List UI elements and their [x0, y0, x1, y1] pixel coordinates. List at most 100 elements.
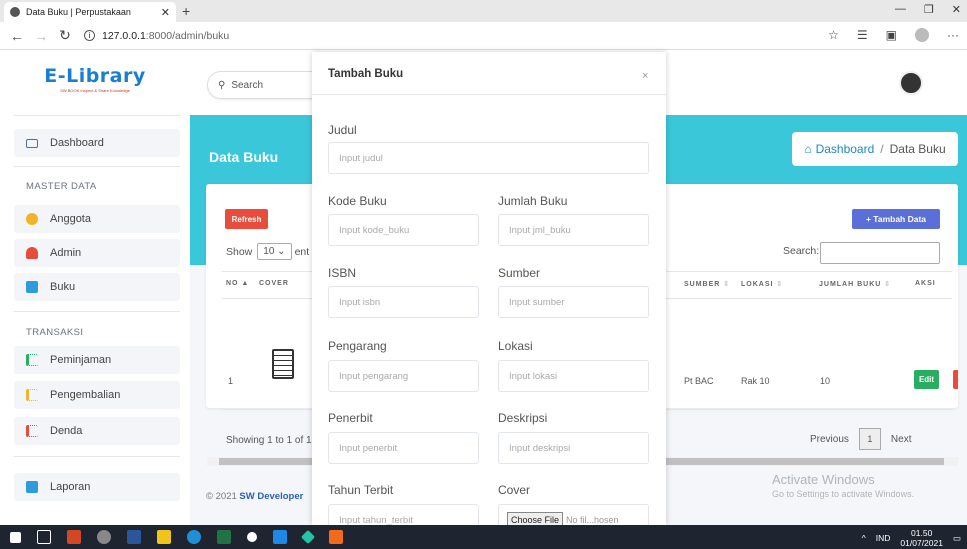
footer-author-link[interactable]: SW Developer [239, 491, 303, 502]
sourcetree-icon[interactable] [300, 529, 316, 545]
divider [14, 311, 180, 312]
notification-icon[interactable]: ▭ [953, 533, 961, 544]
sidebar-item-dashboard[interactable]: Dashboard [14, 129, 180, 157]
sidebar-item-label: Buku [50, 281, 76, 293]
cell-lokasi: Rak 10 [741, 376, 770, 386]
excel-icon[interactable] [217, 530, 231, 544]
label-cover: Cover [498, 483, 531, 497]
cell-jumlah: 10 [820, 376, 831, 386]
brand[interactable]: E-Library SW BOOK Inspect & Share Knowle… [0, 65, 190, 93]
prev-button[interactable]: Previous [810, 434, 849, 445]
file-explorer-icon[interactable] [157, 530, 171, 544]
divider [14, 456, 180, 457]
back-icon[interactable]: ← [10, 28, 24, 44]
favorite-add-icon[interactable]: ☆ [828, 28, 839, 42]
restore-icon[interactable]: ❐ [924, 3, 934, 16]
admin-menu[interactable]: Admin [898, 71, 959, 95]
sidebar-item-admin[interactable]: Admin [14, 239, 180, 267]
col-no[interactable]: NO ▲ [226, 280, 249, 287]
monitor-icon [26, 138, 38, 148]
refresh-button[interactable]: Refresh [225, 209, 268, 229]
system-tray: ^ IND 01.50 01/07/2021 ▭ [862, 528, 961, 548]
clock[interactable]: 01.50 01/07/2021 [900, 528, 943, 548]
collections-icon[interactable]: ▣ [886, 28, 897, 42]
favorites-icon[interactable]: ☰ [857, 28, 868, 42]
sidebar-item-label: Peminjaman [50, 354, 112, 366]
footer: © 2021 SW Developer [206, 491, 303, 502]
browser-tab[interactable]: Data Buku | Perpustakaan ✕ [4, 2, 176, 22]
word-icon[interactable] [127, 530, 141, 544]
favicon-icon [10, 7, 20, 17]
sidebar-item-laporan[interactable]: Laporan [14, 473, 180, 501]
task-view-icon[interactable] [37, 530, 51, 544]
admin-name: Admin [927, 77, 959, 89]
powerpoint-icon[interactable] [67, 530, 81, 544]
tray-expand-icon[interactable]: ^ [862, 533, 866, 543]
sidebar-item-pengembalian[interactable]: Pengembalian [14, 381, 180, 409]
url-path: :8000/admin/buku [145, 29, 230, 42]
section-master-data: MASTER DATA [26, 181, 97, 192]
col-sumber[interactable]: SUMBER ⇕ [684, 280, 730, 288]
xampp-icon[interactable] [329, 530, 343, 544]
page-1-button[interactable]: 1 [858, 428, 881, 450]
brand-subtitle: SW BOOK Inspect & Share Knowledge [60, 88, 130, 93]
new-tab-icon[interactable]: + [182, 3, 190, 19]
windows-start-icon[interactable] [10, 531, 21, 543]
add-data-button[interactable]: + Tambah Data [852, 209, 940, 229]
next-button[interactable]: Next [891, 434, 912, 445]
input-isbn[interactable]: Input isbn [328, 286, 479, 318]
close-window-icon[interactable]: ✕ [952, 3, 961, 16]
sidebar-item-buku[interactable]: Buku [14, 273, 180, 301]
minimize-icon[interactable]: — [895, 3, 906, 16]
reload-icon[interactable]: ↻ [58, 27, 72, 44]
close-tab-icon[interactable]: ✕ [161, 6, 170, 19]
language-indicator[interactable]: IND [876, 533, 891, 543]
more-icon[interactable]: ··· [947, 28, 959, 42]
show-label-rest: ent [294, 245, 310, 258]
list-icon [26, 354, 38, 366]
input-jumlah-buku[interactable]: Input jml_buku [498, 214, 649, 246]
input-lokasi[interactable]: Input lokasi [498, 360, 649, 392]
mail-icon[interactable] [273, 530, 287, 544]
modal-close-icon[interactable]: × [642, 70, 648, 82]
sidebar-item-anggota[interactable]: Anggota [14, 205, 180, 233]
page-length-select[interactable]: 10 ⌄ [257, 243, 292, 260]
footer-copyright: © 2021 [206, 491, 237, 502]
sidebar: E-Library SW BOOK Inspect & Share Knowle… [0, 51, 190, 525]
search-icon: ⚲ [218, 79, 226, 91]
obs-icon[interactable] [247, 532, 257, 542]
edit-button[interactable]: Edit [914, 370, 939, 389]
input-judul[interactable]: Input judul [328, 142, 649, 174]
delete-button[interactable] [953, 370, 958, 389]
input-penerbit[interactable]: Input penerbit [328, 432, 479, 464]
input-sumber[interactable]: Input sumber [498, 286, 649, 318]
input-deskripsi[interactable]: Input deskripsi [498, 432, 649, 464]
forward-icon[interactable]: → [34, 28, 48, 44]
edge-icon[interactable] [187, 530, 201, 544]
input-kode-buku[interactable]: Input kode_buku [328, 214, 479, 246]
table-search-input[interactable] [820, 242, 940, 264]
label-isbn: ISBN [328, 266, 357, 280]
info-icon[interactable]: i [84, 30, 95, 41]
page-length: Show 10 ⌄ ent [226, 243, 309, 260]
col-jumlah-buku[interactable]: JUMLAH BUKU ⇕ [819, 280, 891, 288]
label-penerbit: Penerbit [328, 411, 373, 425]
activation-watermark: Activate Windows Go to Settings to activ… [772, 472, 914, 499]
settings-icon[interactable] [97, 530, 111, 544]
label-lokasi: Lokasi [498, 339, 533, 353]
label-tahun-terbit: Tahun Terbit [328, 483, 394, 497]
col-aksi[interactable]: AKSI [915, 280, 936, 287]
browser-toolbar: ☆ ☰ ▣ ··· [828, 28, 959, 42]
sidebar-item-denda[interactable]: Denda [14, 417, 180, 445]
section-transaksi: TRANSAKSI [26, 327, 84, 338]
search-placeholder: Search [231, 79, 264, 91]
sidebar-item-peminjaman[interactable]: Peminjaman [14, 346, 180, 374]
url-field[interactable]: i 127.0.0.1:8000/admin/buku [84, 30, 229, 42]
profile-icon[interactable] [915, 28, 929, 42]
input-pengarang[interactable]: Input pengarang [328, 360, 479, 392]
col-lokasi[interactable]: LOKASI ⇕ [741, 280, 783, 288]
search-input[interactable]: ⚲ Search [207, 71, 327, 99]
user-icon [26, 247, 38, 259]
breadcrumb-home[interactable]: Dashboard [816, 142, 875, 156]
col-cover[interactable]: COVER [259, 280, 289, 287]
